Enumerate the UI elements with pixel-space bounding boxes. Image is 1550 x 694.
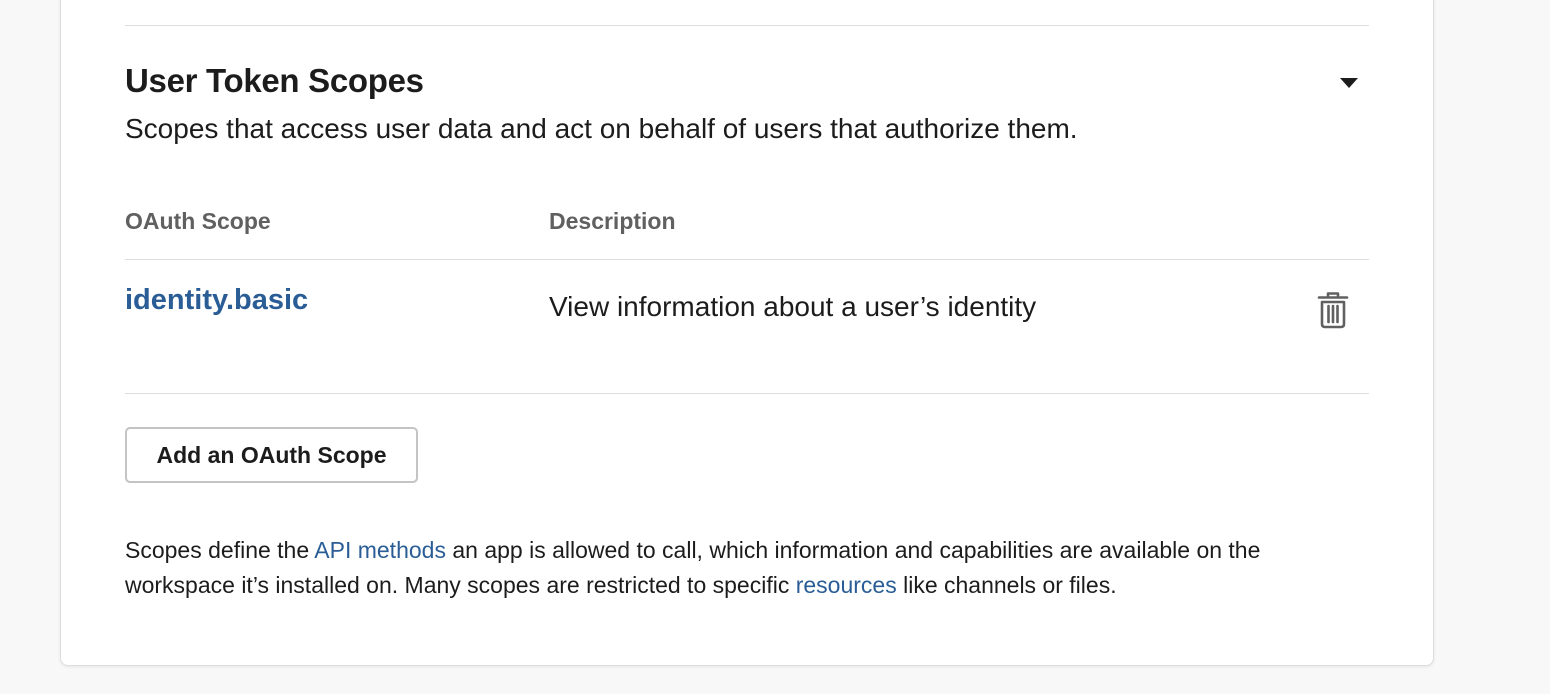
scope-description: View information about a user’s identity	[549, 291, 1037, 322]
trash-icon[interactable]	[1316, 291, 1350, 329]
top-divider	[125, 25, 1369, 26]
footnote-text-1: Scopes define the	[125, 537, 315, 563]
table-bottom-divider	[125, 393, 1369, 394]
caret-down-icon[interactable]	[1338, 75, 1360, 89]
column-header-oauth-scope: OAuth Scope	[125, 208, 271, 234]
footnote-text-3: like channels or files.	[896, 572, 1117, 598]
section-subtitle: Scopes that access user data and act on …	[125, 113, 1078, 144]
table-header-divider	[125, 259, 1369, 260]
api-methods-link[interactable]: API methods	[314, 537, 446, 563]
resources-link[interactable]: resources	[796, 572, 897, 598]
scopes-footnote: Scopes define the API methods an app is …	[125, 533, 1365, 603]
add-oauth-scope-button[interactable]: Add an OAuth Scope	[125, 427, 418, 483]
column-header-description: Description	[549, 208, 676, 234]
section-title: User Token Scopes	[125, 62, 424, 99]
scope-link-identity-basic[interactable]: identity.basic	[125, 284, 308, 317]
